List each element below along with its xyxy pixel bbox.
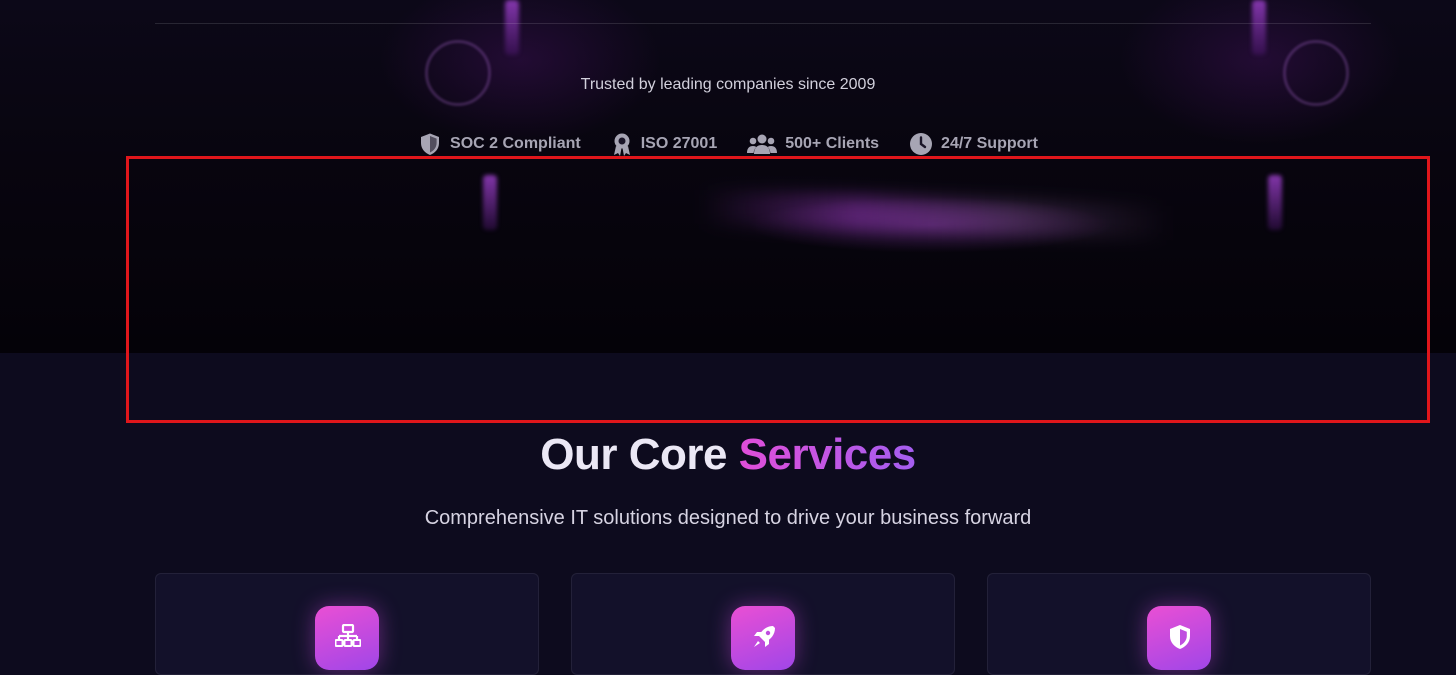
service-card[interactable] <box>571 573 955 675</box>
service-card-icon <box>1147 606 1211 670</box>
badge-label: 500+ Clients <box>785 135 880 152</box>
badge-support: 24/7 Support <box>909 132 1038 156</box>
clock-icon <box>909 132 933 156</box>
trust-badges: SOC 2 Compliant ISO 27001 500+ Clients 2… <box>0 132 1456 156</box>
service-card[interactable] <box>987 573 1371 675</box>
badge-iso: ISO 27001 <box>611 132 718 156</box>
shield-icon <box>418 132 442 156</box>
users-icon <box>747 132 778 156</box>
services-subtitle: Comprehensive IT solutions designed to d… <box>424 507 1032 529</box>
award-icon <box>611 132 633 156</box>
badge-label: 24/7 Support <box>941 135 1038 152</box>
trusted-text: Trusted by leading companies since 2009 <box>580 76 876 93</box>
divider <box>155 23 1371 24</box>
hero-arc-decoration <box>425 40 491 106</box>
badge-soc2: SOC 2 Compliant <box>418 132 581 156</box>
services-heading: Our Core Services <box>0 430 1456 480</box>
badge-label: ISO 27001 <box>640 135 718 152</box>
hero-light-pillar <box>1252 0 1266 55</box>
badge-clients: 500+ Clients <box>747 132 879 156</box>
services-heading-main: Our Core <box>540 430 739 479</box>
highlight-box <box>126 156 1430 423</box>
hero-light-pillar <box>505 0 519 55</box>
service-card-icon <box>731 606 795 670</box>
service-card[interactable] <box>155 573 539 675</box>
hero-arc-decoration <box>1283 40 1349 106</box>
badge-label: SOC 2 Compliant <box>450 135 581 152</box>
service-card-icon <box>315 606 379 670</box>
services-heading-accent: Services <box>738 430 917 479</box>
